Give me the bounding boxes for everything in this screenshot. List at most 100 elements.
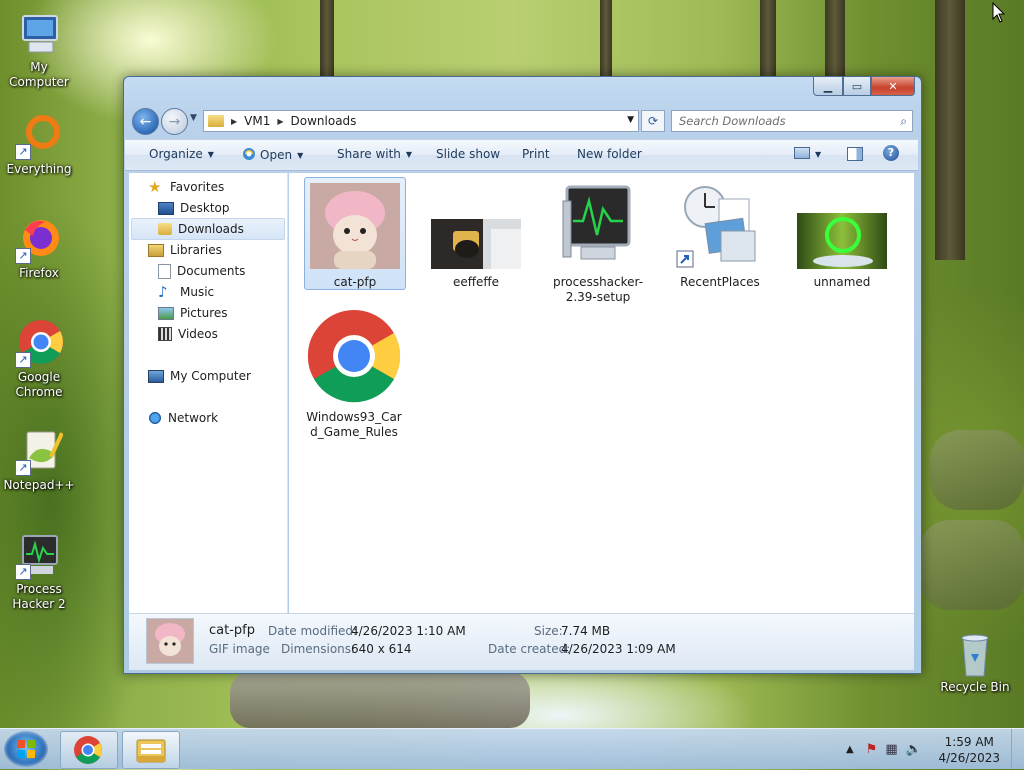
- search-input[interactable]: Search Downloads: [679, 114, 900, 128]
- details-dimensions: 640 x 614: [351, 642, 412, 656]
- nav-music[interactable]: ♪ Music: [158, 282, 214, 302]
- file-name: Windows93_Card_Game_Rules: [306, 410, 402, 439]
- details-size-label: Size:: [534, 624, 563, 638]
- recent-pages-dropdown[interactable]: ▼: [190, 113, 197, 123]
- desktop-icon-my-computer[interactable]: My Computer: [1, 10, 77, 90]
- pictures-icon: [158, 306, 174, 320]
- nav-favorites[interactable]: ★ Favorites: [148, 177, 224, 197]
- file-name: unnamed: [813, 275, 871, 289]
- everything-icon: ↗: [15, 112, 63, 160]
- notepad-plus-plus-icon: ↗: [15, 428, 64, 476]
- back-button[interactable]: ←: [132, 108, 159, 135]
- details-date-modified: 4/26/2023 1:10 AM: [351, 624, 466, 638]
- organize-button[interactable]: Organize ▼: [149, 147, 214, 161]
- details-file-type: GIF image: [209, 642, 270, 656]
- chevron-down-icon: ▼: [405, 150, 413, 159]
- preview-pane-icon: [847, 147, 863, 161]
- desktop-icon-notepad-plus-plus[interactable]: ↗ Notepad++: [1, 428, 77, 493]
- desktop-icon-recycle-bin[interactable]: Recycle Bin: [937, 630, 1013, 695]
- details-date-created-label: Date created:: [488, 642, 571, 656]
- details-date-modified-label: Date modified:: [268, 624, 358, 638]
- recycle-bin-icon: [951, 630, 999, 678]
- desktop-icon-everything[interactable]: ↗ Everything: [1, 112, 77, 177]
- view-icon: [794, 147, 810, 159]
- maximize-button[interactable]: ▭: [843, 77, 871, 96]
- file-item-recentplaces[interactable]: RecentPlaces: [670, 177, 770, 290]
- change-view-button[interactable]: ▼: [794, 147, 821, 161]
- help-button[interactable]: ?: [883, 145, 899, 161]
- nav-label: Network: [168, 411, 219, 425]
- minimize-button[interactable]: ▁: [813, 77, 843, 96]
- file-item-eeffeffe[interactable]: eeffeffe: [426, 177, 526, 290]
- forward-button[interactable]: →: [161, 108, 188, 135]
- details-size: 7.74 MB: [561, 624, 611, 638]
- desktop-icon-process-hacker[interactable]: ↗ Process Hacker 2: [1, 532, 77, 612]
- clock-time: 1:59 AM: [944, 735, 994, 749]
- file-item-cat-pfp[interactable]: cat-pfp: [304, 177, 406, 290]
- chevron-down-icon: ▼: [207, 150, 214, 159]
- network-status-icon[interactable]: ▦: [885, 742, 897, 757]
- file-item-unnamed[interactable]: unnamed: [792, 177, 892, 290]
- close-button[interactable]: ✕: [871, 77, 915, 96]
- documents-icon: [158, 263, 171, 279]
- stone: [230, 672, 530, 728]
- breadcrumb-downloads[interactable]: Downloads: [291, 114, 357, 128]
- print-button[interactable]: Print: [522, 147, 550, 161]
- shortcut-arrow-icon: ↗: [15, 248, 31, 264]
- system-tray: ▲ ⚑ ▦ 🔈: [846, 729, 922, 769]
- file-item-windows93-card-game-rules[interactable]: Windows93_Card_Game_Rules: [304, 308, 404, 440]
- nav-network[interactable]: Network: [148, 408, 218, 428]
- share-with-button[interactable]: Share with ▼: [337, 147, 412, 161]
- cat-thumbnail-icon: [310, 183, 400, 269]
- taskbar-chrome-button[interactable]: [60, 731, 118, 769]
- show-desktop-button[interactable]: [1011, 729, 1024, 769]
- caption-buttons: ▁ ▭ ✕: [813, 77, 915, 96]
- image-thumbnail-icon: [431, 219, 521, 269]
- clock[interactable]: 1:59 AM 4/26/2023: [938, 734, 1000, 766]
- process-hacker-icon: [553, 181, 643, 269]
- chevron-down-icon: ▼: [815, 150, 822, 159]
- network-icon: [148, 411, 162, 425]
- chrome-icon: [306, 308, 402, 404]
- nav-videos[interactable]: Videos: [158, 324, 218, 344]
- star-icon: ★: [148, 178, 162, 196]
- breadcrumb-separator-icon[interactable]: ▶: [231, 117, 237, 126]
- desktop-icon-label: Firefox: [19, 266, 59, 280]
- nav-desktop[interactable]: Desktop: [158, 198, 230, 218]
- file-item-processhacker-setup[interactable]: processhacker-2.39-setup: [548, 177, 648, 305]
- nav-documents[interactable]: Documents: [158, 261, 245, 281]
- help-icon: ?: [883, 145, 899, 161]
- nav-downloads[interactable]: Downloads: [131, 218, 285, 240]
- slide-show-button[interactable]: Slide show: [436, 147, 500, 161]
- breadcrumb-vm1[interactable]: VM1: [244, 114, 270, 128]
- desktop-icon-google-chrome[interactable]: ↗ Google Chrome: [1, 320, 77, 400]
- action-center-icon[interactable]: ⚑: [866, 742, 878, 757]
- tree-trunk: [600, 0, 612, 80]
- refresh-button[interactable]: ⟳: [641, 110, 665, 132]
- nav-label: Pictures: [180, 306, 228, 320]
- address-bar[interactable]: ▶ VM1 ▶ Downloads ▼: [203, 110, 639, 132]
- taskbar-explorer-button[interactable]: [122, 731, 180, 769]
- desktop-icon-firefox[interactable]: ↗ Firefox: [1, 216, 77, 281]
- tree-trunk: [760, 0, 776, 80]
- nav-libraries[interactable]: Libraries: [148, 240, 222, 260]
- organize-label: Organize: [149, 147, 203, 161]
- breadcrumb-separator-icon[interactable]: ▶: [277, 117, 283, 126]
- explorer-window[interactable]: ▁ ▭ ✕ ← → ▼ ▶ VM1 ▶ Downloads ▼ ⟳ Search…: [123, 76, 922, 674]
- nav-my-computer[interactable]: My Computer: [148, 366, 251, 386]
- start-button[interactable]: [4, 731, 48, 767]
- new-folder-button[interactable]: New folder: [577, 147, 642, 161]
- nav-pictures[interactable]: Pictures: [158, 303, 228, 323]
- preview-pane-button[interactable]: [847, 147, 863, 162]
- address-dropdown-icon[interactable]: ▼: [627, 115, 634, 125]
- navigation-pane: ★ Favorites Desktop Downloads Libraries D…: [129, 173, 288, 613]
- nav-label: Desktop: [180, 201, 230, 215]
- show-hidden-icons-icon[interactable]: ▲: [846, 744, 854, 755]
- open-button[interactable]: Open ▼: [241, 147, 303, 162]
- volume-muted-icon[interactable]: 🔈: [906, 742, 922, 757]
- nav-label: Downloads: [178, 222, 244, 236]
- image-thumbnail-icon: [797, 213, 887, 269]
- search-box[interactable]: Search Downloads ⌕: [671, 110, 913, 132]
- chrome-icon: ↗: [15, 320, 63, 368]
- videos-icon: [158, 327, 172, 341]
